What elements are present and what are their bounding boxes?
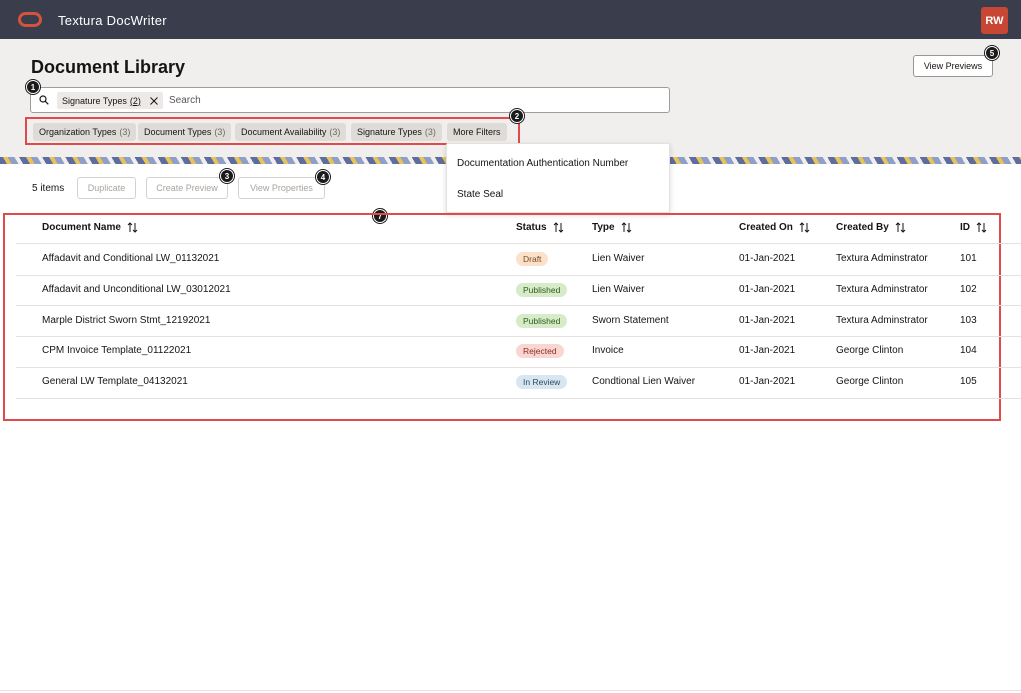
- cell-type: Sworn Statement: [592, 314, 669, 326]
- status-badge: Published: [516, 313, 568, 328]
- cell-created-by: Textura Adminstrator: [836, 314, 928, 326]
- cell-document-name: Affadavit and Conditional LW_01132021: [42, 253, 220, 265]
- callout-badge: 5: [985, 46, 999, 60]
- view-properties-button[interactable]: View Properties: [238, 177, 325, 199]
- filter-chip-signature-types[interactable]: Signature Types (3): [351, 123, 442, 141]
- search-bar[interactable]: Signature Types (2): [30, 87, 670, 113]
- callout-badge: 1: [26, 80, 40, 94]
- cell-document-name: Marple District Sworn Stmt_12192021: [42, 314, 211, 326]
- filter-chips-group: Organization Types (3) Document Types (3…: [25, 117, 520, 145]
- cell-type: Lien Waiver: [592, 253, 645, 265]
- sort-icon[interactable]: [799, 222, 810, 233]
- filter-chip-label: More Filters: [453, 127, 501, 137]
- column-header-id[interactable]: ID: [960, 222, 987, 233]
- filter-chip-document-availability[interactable]: Document Availability (3): [235, 123, 347, 141]
- callout-badge: 2: [510, 109, 524, 123]
- filter-chip-count: (3): [214, 127, 226, 137]
- cell-id: 105: [960, 376, 977, 388]
- cell-created-on: 01-Jan-2021: [739, 314, 796, 326]
- filter-chip-count: (3): [119, 127, 131, 137]
- filter-chip-organization-types[interactable]: Organization Types (3): [33, 123, 137, 141]
- cell-id: 101: [960, 253, 977, 265]
- filter-chip-count: (3): [424, 127, 436, 137]
- sort-icon[interactable]: [127, 222, 138, 233]
- dropdown-item-state-seal[interactable]: State Seal: [457, 189, 503, 200]
- filter-chip-label: Organization Types: [39, 127, 117, 137]
- column-header-label: Status: [516, 222, 547, 233]
- cell-id: 103: [960, 314, 977, 326]
- cell-created-on: 01-Jan-2021: [739, 284, 796, 296]
- cell-created-by: Textura Adminstrator: [836, 284, 928, 296]
- sort-icon[interactable]: [976, 222, 987, 233]
- filter-chip-document-types[interactable]: Document Types (3): [138, 123, 232, 141]
- column-header-label: Created On: [739, 222, 793, 233]
- search-filter-chip[interactable]: Signature Types (2): [57, 92, 163, 109]
- column-header-status[interactable]: Status: [516, 222, 564, 233]
- cell-created-on: 01-Jan-2021: [739, 376, 796, 388]
- callout-badge: 3: [220, 169, 234, 183]
- oracle-logo-icon: [18, 12, 42, 27]
- cell-document-name: CPM Invoice Template_01122021: [42, 345, 192, 357]
- cell-created-by: George Clinton: [836, 345, 904, 357]
- status-badge: Published: [516, 283, 568, 298]
- cell-created-by: George Clinton: [836, 376, 904, 388]
- sort-icon[interactable]: [621, 222, 632, 233]
- cell-id: 102: [960, 284, 977, 296]
- column-header-label: ID: [960, 222, 970, 233]
- dropdown-item-authentication-number[interactable]: Documentation Authentication Number: [457, 158, 628, 169]
- search-chip-count: (2): [129, 95, 141, 106]
- app-header: Textura DocWriter RW: [0, 0, 1021, 39]
- search-icon: [39, 95, 49, 105]
- column-header-type[interactable]: Type: [592, 222, 632, 233]
- search-chip-label: Signature Types: [62, 95, 127, 106]
- page-bottom-divider: [0, 690, 1021, 691]
- user-avatar[interactable]: RW: [981, 7, 1008, 34]
- page-title: Document Library: [31, 57, 186, 77]
- cell-type: Invoice: [592, 345, 624, 357]
- column-header-label: Created By: [836, 222, 889, 233]
- status-badge: In Review: [516, 375, 568, 390]
- sort-icon[interactable]: [553, 222, 564, 233]
- items-count: 5 items: [32, 183, 65, 194]
- row-divider: [16, 397, 1021, 399]
- cell-created-on: 01-Jan-2021: [739, 345, 796, 357]
- duplicate-button[interactable]: Duplicate: [77, 177, 136, 199]
- more-filters-dropdown: Documentation Authentication Number Stat…: [446, 143, 670, 213]
- view-previews-button[interactable]: View Previews: [913, 55, 993, 77]
- filter-chip-label: Signature Types: [357, 127, 422, 137]
- filter-chip-label: Document Types: [144, 127, 212, 137]
- status-badge: Rejected: [516, 344, 564, 359]
- cell-type: Condtional Lien Waiver: [592, 376, 696, 388]
- column-header-created-on[interactable]: Created On: [739, 222, 810, 233]
- cell-type: Lien Waiver: [592, 284, 645, 296]
- search-input[interactable]: [169, 91, 649, 109]
- app-title: Textura DocWriter: [58, 13, 167, 28]
- status-badge: Draft: [516, 252, 549, 267]
- filter-chip-count: (3): [329, 127, 341, 137]
- cell-created-by: Textura Adminstrator: [836, 253, 928, 265]
- column-header-created-by[interactable]: Created By: [836, 222, 906, 233]
- more-filters-button[interactable]: More Filters: [447, 123, 507, 141]
- create-preview-button[interactable]: Create Preview: [146, 177, 228, 199]
- column-header-label: Document Name: [42, 222, 121, 233]
- callout-badge: 4: [316, 170, 330, 184]
- filter-chip-label: Document Availability: [241, 127, 327, 137]
- cell-id: 104: [960, 345, 977, 357]
- column-header-document-name[interactable]: Document Name: [42, 222, 138, 233]
- sort-icon[interactable]: [895, 222, 906, 233]
- cell-created-on: 01-Jan-2021: [739, 253, 796, 265]
- cell-document-name: General LW Template_04132021: [42, 376, 188, 388]
- column-header-label: Type: [592, 222, 615, 233]
- cell-document-name: Affadavit and Unconditional LW_03012021: [42, 284, 231, 296]
- close-icon[interactable]: [150, 96, 158, 105]
